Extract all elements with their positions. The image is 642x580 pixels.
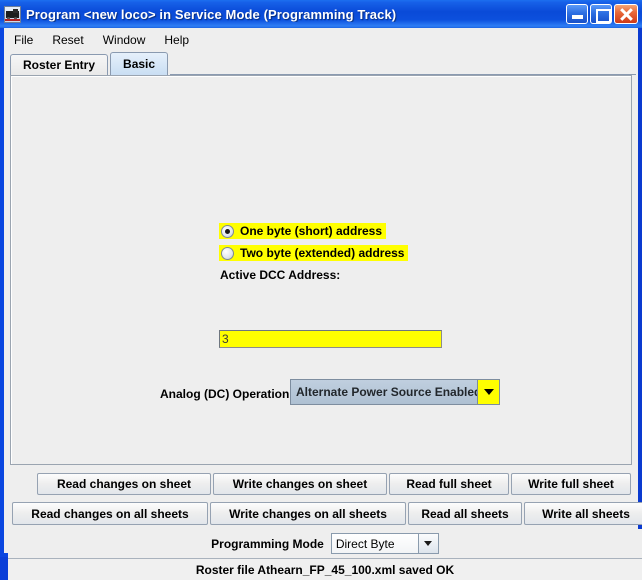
active-dcc-address-input[interactable] [219, 330, 442, 348]
read-full-sheet-button[interactable]: Read full sheet [389, 473, 509, 495]
tab-basic-label: Basic [123, 57, 156, 71]
locomotive-icon [4, 5, 21, 23]
close-button[interactable] [614, 4, 638, 24]
status-bar: Roster file Athearn_FP_45_100.xml saved … [8, 558, 642, 580]
tab-roster-entry-label: Roster Entry [23, 58, 96, 72]
sheet-button-row: Read changes on sheet Write changes on s… [10, 470, 632, 498]
tab-basic[interactable]: Basic [110, 52, 169, 75]
read-changes-on-sheet-button[interactable]: Read changes on sheet [37, 473, 211, 495]
active-dcc-address-label: Active DCC Address: [220, 268, 341, 282]
programming-mode-bar: Programming Mode Direct Byte [8, 529, 642, 558]
chevron-down-icon[interactable] [417, 534, 438, 553]
menu-bar: File Reset Window Help [4, 28, 638, 51]
window-title: Program <new loco> in Service Mode (Prog… [26, 6, 397, 22]
programming-mode-label: Programming Mode [211, 536, 324, 551]
menu-item-reset[interactable]: Reset [52, 31, 92, 49]
write-changes-on-sheet-button[interactable]: Write changes on sheet [213, 473, 387, 495]
title-bar: Program <new loco> in Service Mode (Prog… [0, 0, 642, 28]
tab-strip: Roster Entry Basic [10, 52, 636, 75]
tab-roster-entry[interactable]: Roster Entry [10, 54, 109, 75]
write-full-sheet-button[interactable]: Write full sheet [511, 473, 631, 495]
radio-two-byte-label: Two byte (extended) address [240, 246, 405, 260]
maximize-button[interactable] [590, 4, 612, 24]
minimize-button[interactable] [566, 4, 588, 24]
all-sheets-button-row: Read changes on all sheets Write changes… [8, 499, 642, 528]
radio-one-byte-indicator [221, 224, 234, 238]
status-message: Roster file Athearn_FP_45_100.xml saved … [195, 562, 455, 577]
programming-mode-value: Direct Byte [331, 534, 418, 553]
write-changes-on-all-sheets-button[interactable]: Write changes on all sheets [210, 502, 406, 525]
radio-two-byte-address[interactable]: Two byte (extended) address [219, 245, 409, 261]
programming-mode-dropdown[interactable]: Direct Byte [330, 533, 439, 554]
client-area: File Reset Window Help Roster Entry Basi… [4, 28, 642, 580]
read-changes-on-all-sheets-button[interactable]: Read changes on all sheets [12, 502, 208, 525]
analog-operation-value: Alternate Power Source Enabled [291, 380, 477, 404]
basic-pane: One byte (short) address Two byte (exten… [10, 75, 632, 465]
analog-operation-dropdown[interactable]: Alternate Power Source Enabled [290, 379, 500, 405]
menu-item-file[interactable]: File [14, 31, 42, 49]
menu-item-help[interactable]: Help [164, 31, 198, 49]
application-window: Program <new loco> in Service Mode (Prog… [0, 0, 642, 580]
read-all-sheets-button[interactable]: Read all sheets [408, 502, 522, 525]
chevron-down-icon[interactable] [477, 380, 499, 404]
radio-one-byte-label: One byte (short) address [240, 224, 383, 238]
analog-operation-label: Analog (DC) Operation [160, 387, 290, 401]
radio-two-byte-indicator [221, 246, 234, 260]
write-all-sheets-button[interactable]: Write all sheets [524, 502, 642, 525]
menu-item-window[interactable]: Window [103, 31, 155, 49]
window-controls [566, 4, 638, 24]
radio-one-byte-address[interactable]: One byte (short) address [219, 223, 387, 239]
